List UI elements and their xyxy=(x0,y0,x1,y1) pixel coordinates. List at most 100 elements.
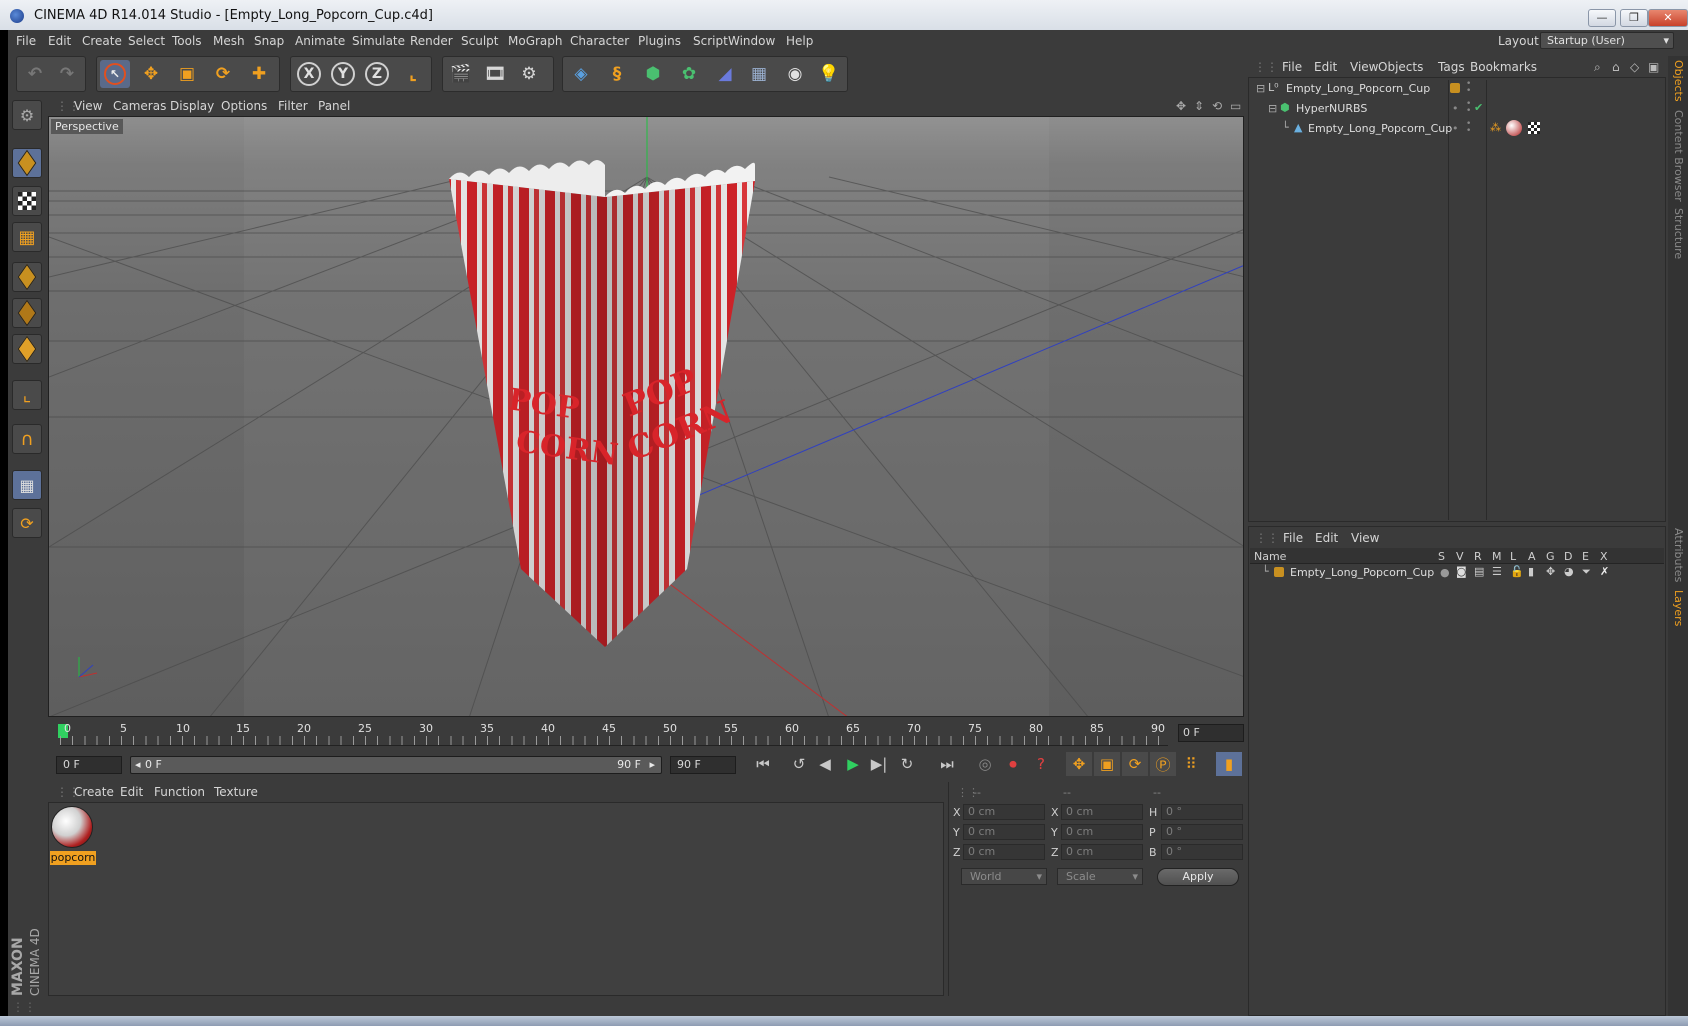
tab-content-browser[interactable]: Content Browser xyxy=(1672,110,1685,202)
menu-animate[interactable]: Animate xyxy=(295,34,345,48)
menu-file[interactable]: File xyxy=(16,34,36,48)
material-menu-create[interactable]: Create xyxy=(74,785,114,799)
make-editable-icon[interactable]: ⚙ xyxy=(12,100,42,130)
apply-button[interactable]: Apply xyxy=(1157,868,1239,886)
viewport-menu-cameras[interactable]: Cameras xyxy=(113,99,166,113)
axis-mode-icon[interactable]: ⌞ xyxy=(12,380,42,410)
viewport-orbit-icon[interactable]: ⟲ xyxy=(1212,99,1222,113)
scale-icon[interactable]: ▣ xyxy=(172,60,202,88)
undo-icon[interactable]: ↶ xyxy=(20,60,50,88)
menu-simulate[interactable]: Simulate xyxy=(352,34,405,48)
layout-select[interactable]: Startup (User) ▾ xyxy=(1540,32,1674,49)
render-view-icon[interactable]: 🎬 xyxy=(446,60,476,88)
menu-sculpt[interactable]: Sculpt xyxy=(461,34,498,48)
render-toggle-icon[interactable]: ▤ xyxy=(1474,565,1484,578)
go-to-start-icon[interactable]: ⏮ xyxy=(750,752,776,776)
viewport-menu-display[interactable]: Display xyxy=(170,99,214,113)
layer-col-name[interactable]: Name xyxy=(1254,550,1286,563)
add-tool-icon[interactable]: ✚ xyxy=(244,60,274,88)
spline-icon[interactable]: § xyxy=(602,60,632,88)
menu-window[interactable]: Window xyxy=(728,34,775,48)
polygons-mode-icon[interactable] xyxy=(12,334,42,364)
menu-mesh[interactable]: Mesh xyxy=(213,34,245,48)
layer-col-manager[interactable]: M xyxy=(1492,550,1502,563)
close-button[interactable]: ✕ xyxy=(1648,9,1688,27)
rotate-icon[interactable]: ⟳ xyxy=(208,60,238,88)
viewport-menu-panel[interactable]: Panel xyxy=(318,99,350,113)
deformer-icon[interactable]: ◢ xyxy=(710,60,740,88)
key-scale-icon[interactable]: ▣ xyxy=(1094,752,1120,776)
layer-menu-edit[interactable]: Edit xyxy=(1315,531,1338,545)
pos-y-field[interactable]: 0 cm xyxy=(963,824,1045,840)
y-axis-lock-icon[interactable]: Y xyxy=(328,60,358,88)
start-frame-field[interactable]: 0 F xyxy=(56,756,122,774)
coordinate-system-icon[interactable]: ⌞ xyxy=(398,60,428,88)
home-icon[interactable]: ⌂ xyxy=(1612,60,1620,74)
menu-character[interactable]: Character xyxy=(570,34,629,48)
previous-frame-icon[interactable]: ◀ xyxy=(812,752,838,776)
new-window-icon[interactable]: ▣ xyxy=(1648,60,1659,74)
layer-color-icon[interactable] xyxy=(1274,567,1284,577)
key-pla-icon[interactable]: ⠿ xyxy=(1178,752,1204,776)
move-icon[interactable]: ✥ xyxy=(136,60,166,88)
layer-col-render[interactable]: R xyxy=(1474,550,1482,563)
material-menu-edit[interactable]: Edit xyxy=(120,785,143,799)
layer-col-expressions[interactable]: E xyxy=(1582,550,1589,563)
layer-menu-file[interactable]: File xyxy=(1283,531,1303,545)
z-axis-lock-icon[interactable]: Z xyxy=(362,60,392,88)
generator-toggle-icon[interactable]: ✥ xyxy=(1546,565,1555,578)
layer-col-generators[interactable]: G xyxy=(1546,550,1555,563)
record-position-icon[interactable]: ◎ xyxy=(972,752,998,776)
menu-plugins[interactable]: Plugins xyxy=(638,34,681,48)
animation-toggle-icon[interactable]: ▮ xyxy=(1528,565,1534,578)
floor-icon[interactable]: ▦ xyxy=(744,60,774,88)
menu-mograph[interactable]: MoGraph xyxy=(508,34,563,48)
menu-render[interactable]: Render xyxy=(410,34,453,48)
snapping-icon[interactable]: ▦ xyxy=(12,470,42,500)
visibility-dots-icon[interactable]: • • xyxy=(1466,100,1471,116)
layer-menu-view[interactable]: View xyxy=(1351,531,1379,545)
live-selection-icon[interactable]: ↖ xyxy=(100,60,130,88)
expand-toggle-icon[interactable]: ⊟ xyxy=(1268,102,1277,115)
size-y-field[interactable]: 0 cm xyxy=(1061,824,1143,840)
viewport-toggle-icon[interactable]: ▭ xyxy=(1230,99,1241,113)
rot-b-field[interactable]: 0 ° xyxy=(1161,844,1243,860)
object-menu-tags[interactable]: Tags xyxy=(1438,60,1465,74)
collapse-icon[interactable]: ◇ xyxy=(1630,60,1639,74)
maximize-button[interactable]: ❐ xyxy=(1620,9,1648,27)
layer-col-xref[interactable]: X xyxy=(1600,550,1608,563)
size-z-field[interactable]: 0 cm xyxy=(1061,844,1143,860)
layer-row[interactable]: └ Empty_Long_Popcorn_Cup ● ◙ ▤ ☰ 🔓 ▮ ✥ ◕… xyxy=(1250,564,1660,582)
tab-structure[interactable]: Structure xyxy=(1672,208,1685,259)
record-keyframe-icon[interactable]: ⏺ xyxy=(1000,752,1026,776)
end-frame-field[interactable]: 90 F xyxy=(670,756,736,774)
camera-icon[interactable]: ◉ xyxy=(780,60,810,88)
render-settings-icon[interactable]: ⚙ xyxy=(514,60,544,88)
object-row-null[interactable]: ⊟ L⁰ Empty_Long_Popcorn_Cup • • xyxy=(1252,80,1662,98)
object-row-mesh[interactable]: └ ▲ Empty_Long_Popcorn_Cup • • • ⁂ xyxy=(1252,120,1662,138)
layer-name[interactable]: Empty_Long_Popcorn_Cup xyxy=(1290,566,1434,579)
go-to-end-icon[interactable]: ⏭ xyxy=(934,752,960,776)
layer-col-solo[interactable]: S xyxy=(1438,550,1445,563)
tab-objects[interactable]: Objects xyxy=(1672,60,1685,102)
menu-snap[interactable]: Snap xyxy=(254,34,284,48)
layer-col-animation[interactable]: A xyxy=(1528,550,1536,563)
object-menu-bookmarks[interactable]: Bookmarks xyxy=(1470,60,1537,74)
key-rotation-icon[interactable]: ⟳ xyxy=(1122,752,1148,776)
current-frame-field[interactable]: 0 F xyxy=(1178,724,1244,742)
lock-workplane-icon[interactable]: ⟳ xyxy=(12,508,42,538)
viewport-pan-icon[interactable]: ✥ xyxy=(1176,99,1186,113)
rot-h-field[interactable]: 0 ° xyxy=(1161,804,1243,820)
expand-toggle-icon[interactable]: ⊟ xyxy=(1256,82,1265,95)
uvw-tag-icon[interactable] xyxy=(1528,122,1540,134)
cube-primitive-icon[interactable]: ◈ xyxy=(566,60,596,88)
popcorn-material-preview[interactable] xyxy=(51,806,93,848)
object-name[interactable]: HyperNURBS xyxy=(1296,102,1367,115)
menu-select[interactable]: Select xyxy=(128,34,165,48)
next-keyframe-icon[interactable]: ↻ xyxy=(894,752,920,776)
layer-col-deformers[interactable]: D xyxy=(1564,550,1572,563)
layer-col-locked[interactable]: L xyxy=(1510,550,1516,563)
points-mode-icon[interactable] xyxy=(12,262,42,292)
pos-x-field[interactable]: 0 cm xyxy=(963,804,1045,820)
texture-mode-icon[interactable] xyxy=(12,186,42,216)
